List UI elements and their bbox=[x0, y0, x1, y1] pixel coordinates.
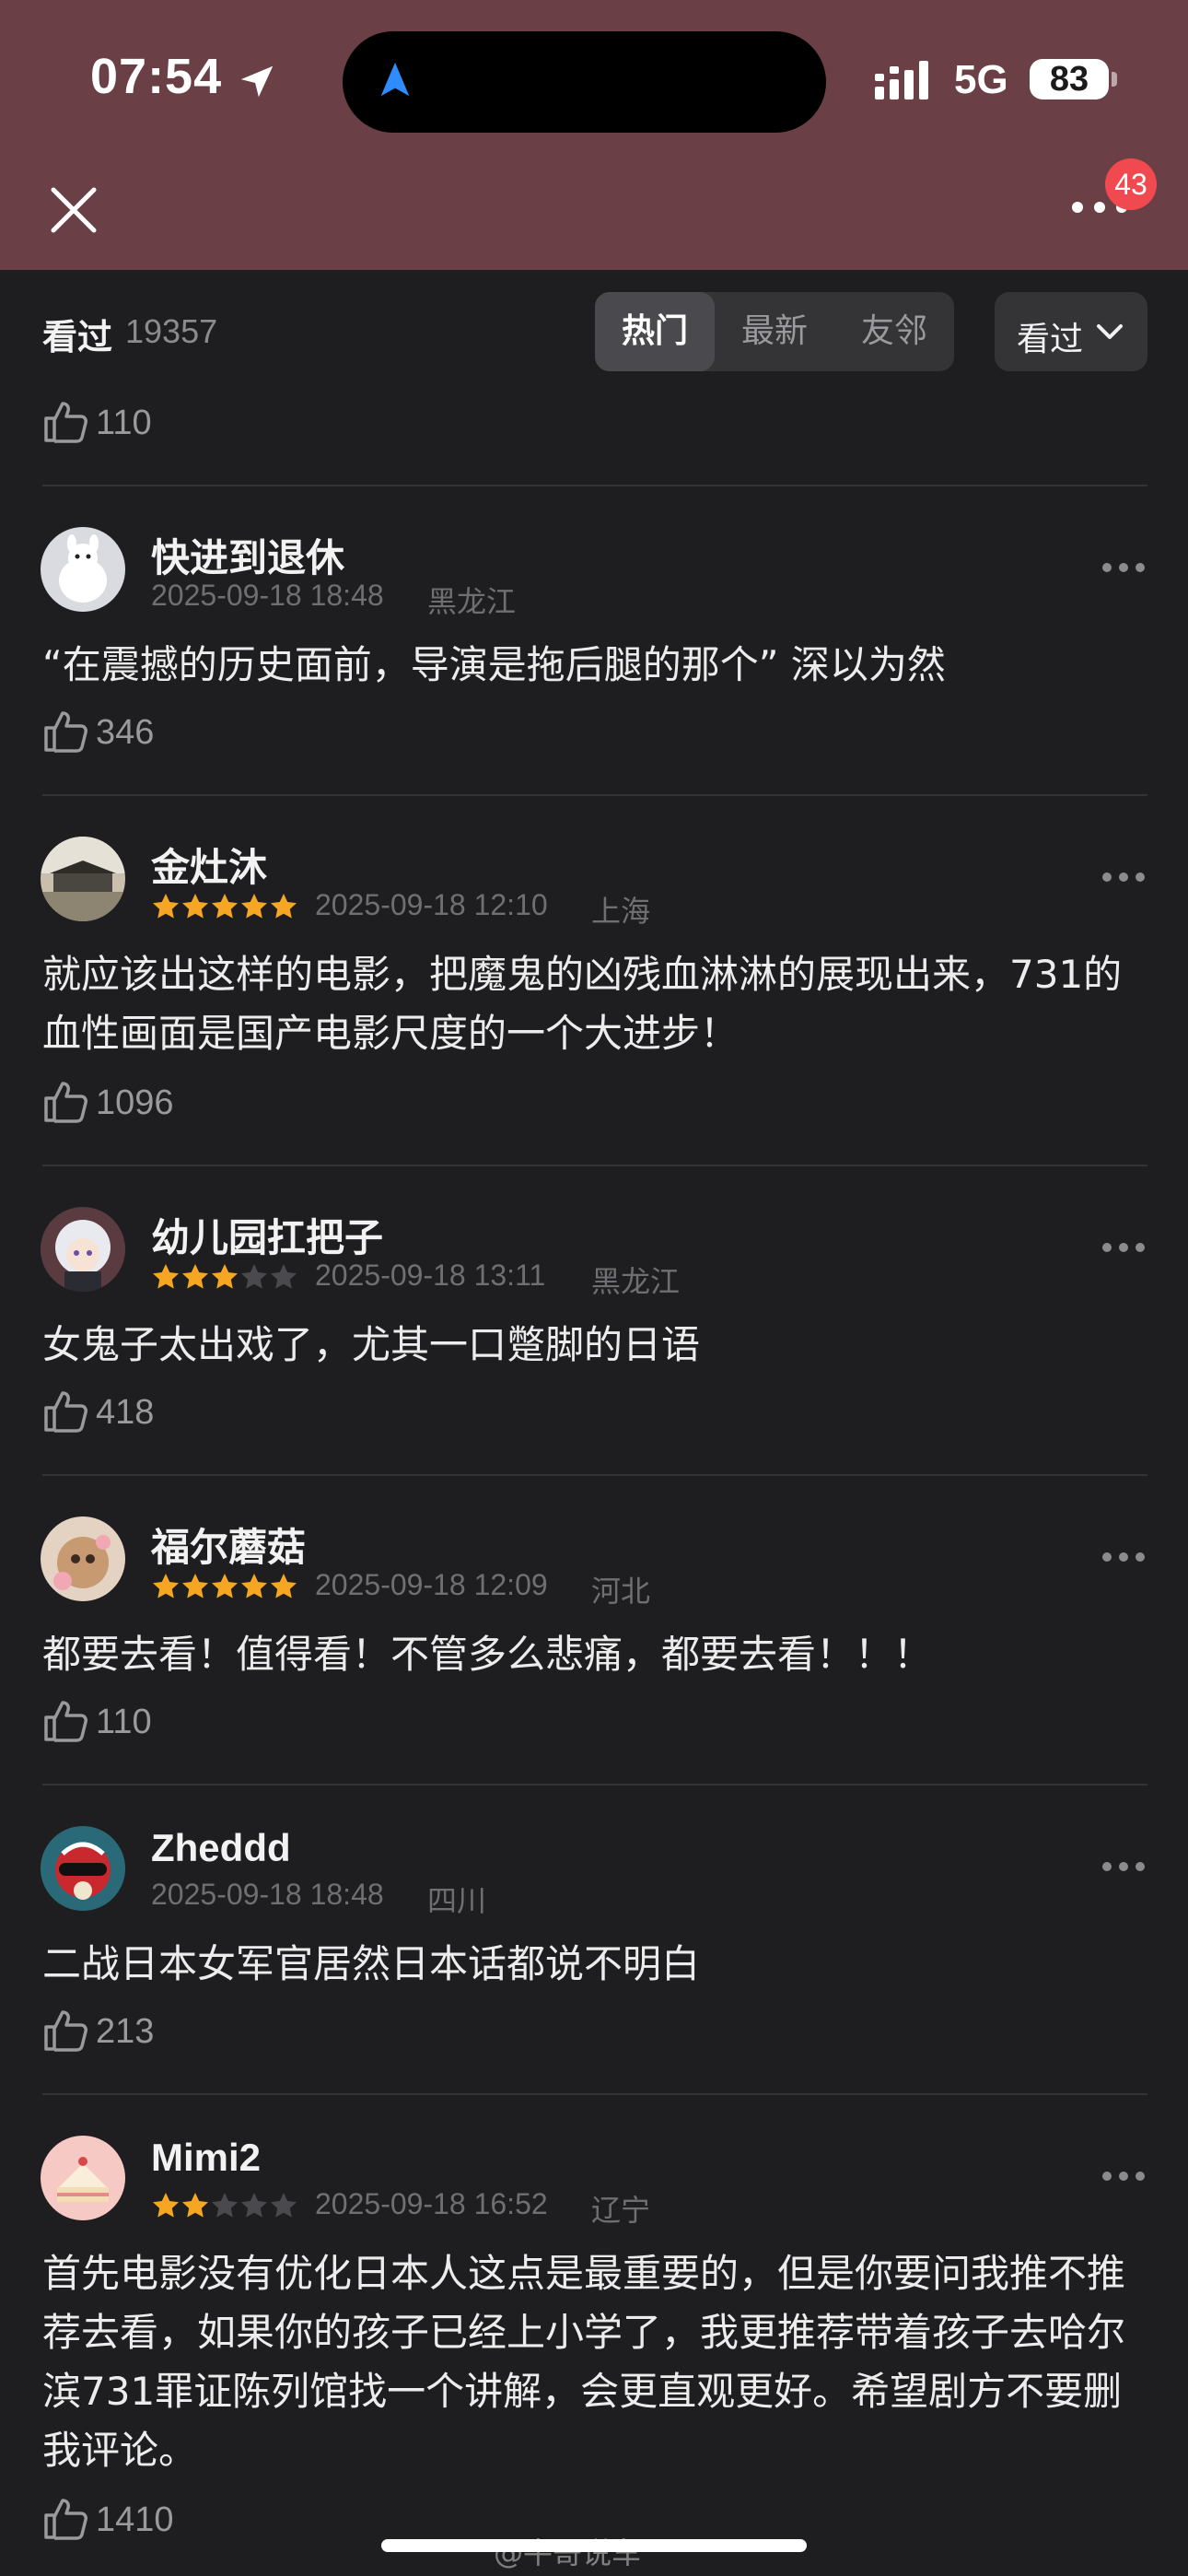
tab-hot[interactable]: 热门 bbox=[595, 292, 715, 371]
close-icon[interactable] bbox=[48, 184, 99, 236]
like-count: 1096 bbox=[96, 1083, 174, 1122]
more-options-icon[interactable] bbox=[1101, 1550, 1146, 1564]
chevron-down-icon bbox=[1097, 324, 1123, 339]
notification-badge: 43 bbox=[1105, 158, 1157, 210]
like-count: 213 bbox=[96, 2012, 155, 2051]
comment-text: 二战日本女军官居然日本话都说不明白 bbox=[42, 1941, 701, 1986]
comment-text: 都要去看！值得看！不管多么悲痛，都要去看！！！ bbox=[42, 1632, 933, 1677]
star-filled-icon bbox=[182, 2193, 208, 2218]
star-filled-icon bbox=[153, 1264, 179, 1289]
star-empty-icon bbox=[271, 1264, 297, 1289]
username[interactable]: 金灶沐 bbox=[151, 837, 267, 893]
comment-date: 2025-09-18 18:48 bbox=[151, 1878, 384, 1911]
comment-location: 黑龙江 bbox=[427, 585, 517, 618]
battery-level: 83 bbox=[1030, 59, 1109, 100]
comment-date: 2025-09-18 12:10 bbox=[315, 888, 548, 921]
comment-location: 上海 bbox=[591, 895, 651, 928]
divider bbox=[42, 1784, 1147, 1786]
tab-latest[interactable]: 最新 bbox=[715, 292, 834, 371]
status-time: 07:54 bbox=[90, 49, 223, 104]
star-empty-icon bbox=[212, 2193, 238, 2218]
comment-text: 女鬼子太出戏了，尤其一口蹩脚的日语 bbox=[42, 1322, 701, 1367]
comment-date: 2025-09-18 16:52 bbox=[315, 2187, 548, 2220]
comment-location: 河北 bbox=[591, 1575, 651, 1608]
tab-friends[interactable]: 友邻 bbox=[834, 292, 954, 371]
more-options-icon[interactable] bbox=[1101, 870, 1146, 884]
filter-bar: 看过 19357 热门 最新 友邻 看过 bbox=[0, 270, 1188, 390]
navigation-icon bbox=[380, 62, 410, 97]
comment-date: 2025-09-18 18:48 bbox=[151, 579, 384, 612]
star-filled-icon bbox=[182, 1264, 208, 1289]
avatar[interactable] bbox=[41, 837, 125, 921]
comment-location: 黑龙江 bbox=[591, 1265, 681, 1298]
more-options-icon[interactable] bbox=[1101, 560, 1146, 575]
seen-count: 19357 bbox=[125, 312, 218, 350]
username[interactable]: 福尔蘑菇 bbox=[151, 1516, 306, 1573]
like-count: 418 bbox=[96, 1393, 155, 1432]
username[interactable]: 快进到退休 bbox=[151, 527, 344, 583]
comment-location: 辽宁 bbox=[591, 2194, 651, 2227]
star-filled-icon bbox=[182, 1574, 208, 1598]
more-options-icon[interactable] bbox=[1101, 1859, 1146, 1874]
like-count: 110 bbox=[96, 1703, 152, 1741]
comment-text: 首先电影没有优化日本人这点是最重要的，但是你要问我推不推荐去看，如果你的孩子已经… bbox=[42, 2251, 1126, 2473]
comment-text: “在震撼的历史面前，导演是拖后腿的那个” 深以为然 bbox=[42, 642, 946, 687]
like-count: 110 bbox=[96, 404, 152, 442]
star-empty-icon bbox=[241, 2193, 267, 2218]
star-filled-icon bbox=[153, 894, 179, 919]
thumbs-up-icon bbox=[44, 1082, 87, 1123]
status-filter-label: 看过 bbox=[1017, 321, 1084, 358]
star-empty-icon bbox=[271, 2193, 297, 2218]
like-count: 346 bbox=[96, 713, 155, 752]
more-options-icon[interactable] bbox=[1101, 2169, 1146, 2184]
divider bbox=[42, 2093, 1147, 2095]
divider bbox=[42, 794, 1147, 796]
username[interactable]: 幼儿园扛把子 bbox=[151, 1207, 383, 1263]
thumbs-up-icon bbox=[44, 402, 87, 443]
location-arrow-icon bbox=[240, 65, 274, 98]
star-filled-icon bbox=[182, 894, 208, 919]
star-empty-icon bbox=[241, 1264, 267, 1289]
thumbs-up-icon bbox=[44, 2499, 87, 2540]
star-filled-icon bbox=[241, 894, 267, 919]
sort-tabs: 热门 最新 友邻 bbox=[595, 292, 954, 371]
thumbs-up-icon bbox=[44, 711, 87, 753]
comment-location: 四川 bbox=[427, 1884, 487, 1917]
divider bbox=[42, 1474, 1147, 1476]
like-count: 1410 bbox=[96, 2500, 174, 2539]
status-filter-dropdown[interactable]: 看过 bbox=[995, 292, 1147, 371]
star-filled-icon bbox=[241, 1574, 267, 1598]
thumbs-up-icon bbox=[44, 1391, 87, 1433]
username[interactable]: Mimi2 bbox=[151, 2136, 261, 2180]
avatar[interactable] bbox=[41, 527, 125, 612]
divider bbox=[42, 485, 1147, 486]
star-filled-icon bbox=[271, 894, 297, 919]
divider bbox=[42, 1165, 1147, 1166]
thumbs-up-icon bbox=[44, 1701, 87, 1742]
avatar[interactable] bbox=[41, 2136, 125, 2220]
top-header: 07:54 5G 83 43 bbox=[0, 0, 1188, 270]
username[interactable]: Zheddd bbox=[151, 1826, 291, 1870]
home-indicator[interactable] bbox=[381, 2539, 807, 2552]
comment-date: 2025-09-18 12:09 bbox=[315, 1568, 548, 1601]
cellular-signal-icon bbox=[875, 61, 928, 100]
star-filled-icon bbox=[212, 1264, 238, 1289]
star-filled-icon bbox=[212, 894, 238, 919]
star-filled-icon bbox=[153, 2193, 179, 2218]
more-options-icon[interactable] bbox=[1101, 1240, 1146, 1255]
star-filled-icon bbox=[271, 1574, 297, 1598]
star-filled-icon bbox=[153, 1574, 179, 1598]
seen-label: 看过 bbox=[42, 317, 113, 357]
avatar[interactable] bbox=[41, 1516, 125, 1601]
battery-tip bbox=[1112, 72, 1117, 87]
comment-text: 就应该出这样的电影，把魔鬼的凶残血淋淋的展现出来，731的血性画面是国产电影尺度… bbox=[42, 952, 1123, 1056]
avatar[interactable] bbox=[41, 1207, 125, 1292]
network-type: 5G bbox=[954, 57, 1008, 102]
star-filled-icon bbox=[212, 1574, 238, 1598]
avatar[interactable] bbox=[41, 1826, 125, 1911]
comment-date: 2025-09-18 13:11 bbox=[315, 1259, 546, 1292]
thumbs-up-icon bbox=[44, 2010, 87, 2052]
